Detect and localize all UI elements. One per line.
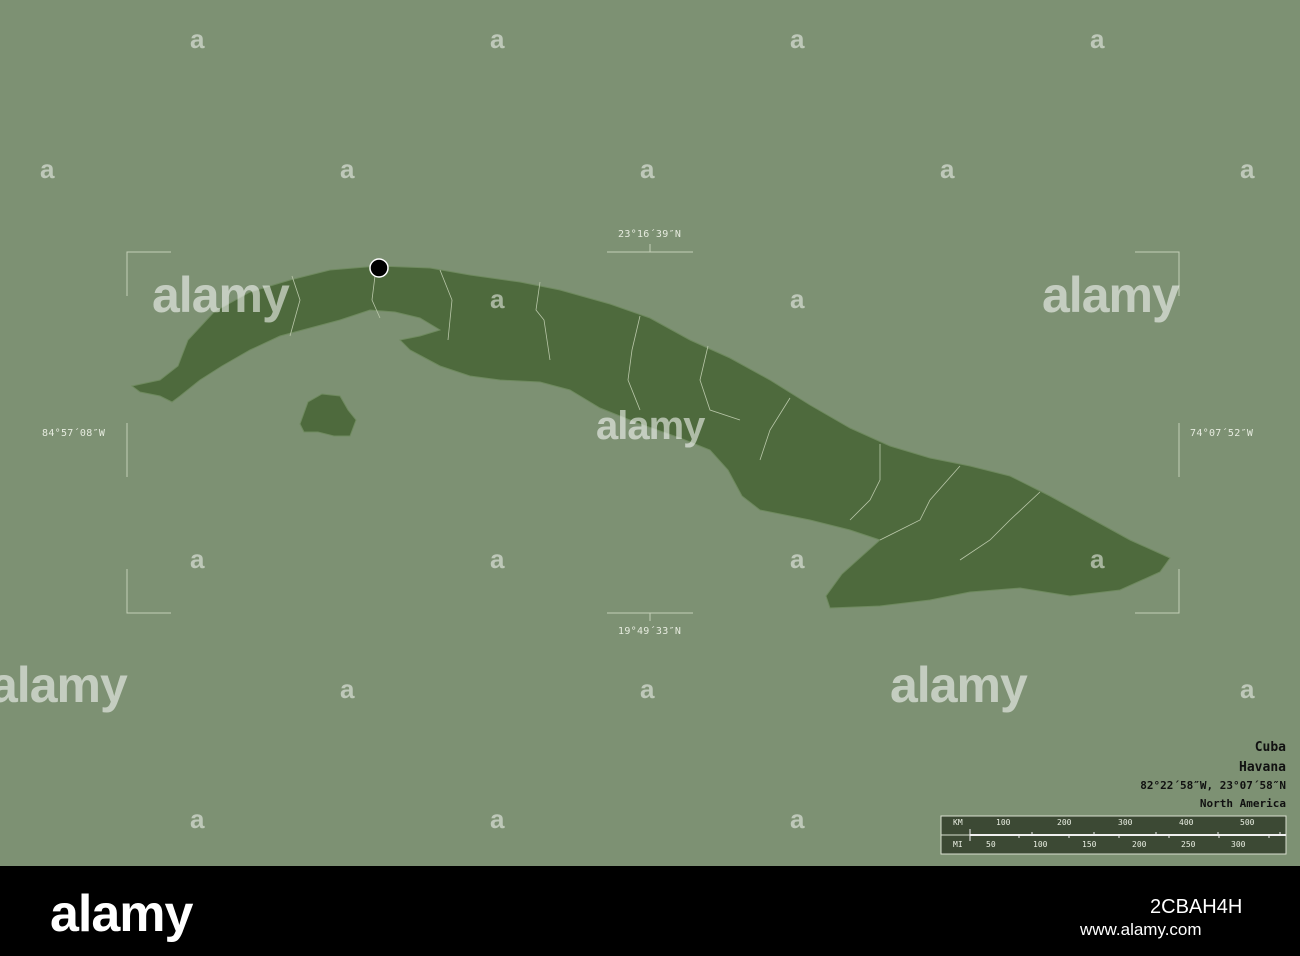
mi-tick-label: 150 (1082, 840, 1097, 849)
mi-tick-label: 50 (986, 840, 996, 849)
map-canvas: a a a a a a a a a a a a a a a a a a a a … (0, 0, 1300, 866)
footer-url[interactable]: www.alamy.com (1080, 920, 1202, 940)
mi-tick-label: 300 (1231, 840, 1246, 849)
km-tick-label: 400 (1179, 818, 1194, 827)
footer-logo: alamy (50, 885, 193, 943)
km-tick-label: 100 (996, 818, 1011, 827)
km-unit-label: KM (953, 818, 963, 827)
mi-tick-label: 250 (1181, 840, 1196, 849)
mi-tick-label: 200 (1132, 840, 1147, 849)
mi-tick-label: 100 (1033, 840, 1048, 849)
km-tick-label: 500 (1240, 818, 1255, 827)
km-tick-label: 200 (1057, 818, 1072, 827)
footer-bar (0, 866, 1300, 956)
km-tick-label: 300 (1118, 818, 1133, 827)
image-id: 2CBAH4H (1150, 896, 1243, 918)
scale-bar-labels: KM 100 200 300 400 500 MI 50 100 150 200… (0, 0, 1300, 866)
mi-unit-label: MI (953, 840, 963, 849)
